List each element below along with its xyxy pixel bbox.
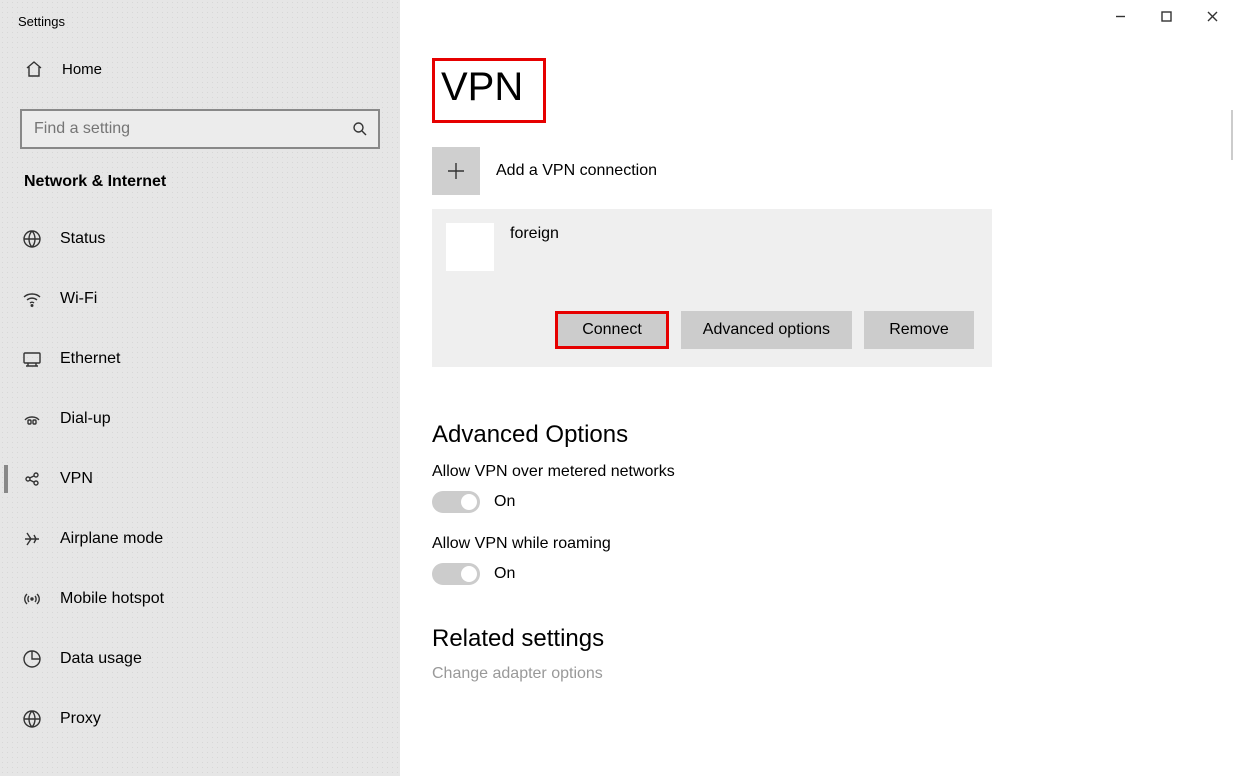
change-adapter-link[interactable]: Change adapter options (432, 665, 1235, 683)
vpn-entry-name: foreign (510, 223, 559, 243)
toggle-state: On (494, 493, 515, 511)
ethernet-icon (22, 349, 42, 369)
sidebar-item-airplane[interactable]: Airplane mode (0, 509, 400, 569)
sidebar-item-label: Wi-Fi (60, 290, 97, 308)
search-input[interactable] (32, 119, 352, 139)
wifi-icon (22, 289, 42, 309)
vpn-entry[interactable]: foreign Connect Advanced options Remove (432, 209, 992, 367)
maximize-button[interactable] (1143, 0, 1189, 32)
sidebar-item-label: Airplane mode (60, 530, 163, 548)
sidebar-item-proxy[interactable]: Proxy (0, 689, 400, 749)
toggle-metered-switch[interactable] (432, 491, 480, 513)
add-vpn-label: Add a VPN connection (496, 162, 657, 180)
add-vpn-connection[interactable]: Add a VPN connection (432, 147, 1235, 195)
remove-button[interactable]: Remove (864, 311, 974, 349)
sidebar-item-label: Status (60, 230, 105, 248)
sidebar-item-label: Mobile hotspot (60, 590, 164, 608)
sidebar-item-ethernet[interactable]: Ethernet (0, 329, 400, 389)
toggle-metered: Allow VPN over metered networks On (432, 463, 1235, 513)
data-icon (22, 649, 42, 669)
toggle-label: Allow VPN over metered networks (432, 463, 1235, 481)
airplane-icon (22, 529, 42, 549)
sidebar: Settings Home Network & Internet Status (0, 0, 400, 776)
sidebar-item-dialup[interactable]: Dial-up (0, 389, 400, 449)
hotspot-icon (22, 589, 42, 609)
vpn-icon (22, 469, 42, 489)
main-content: VPN Add a VPN connection foreign Connect… (400, 0, 1235, 776)
sidebar-item-vpn[interactable]: VPN (0, 449, 400, 509)
advanced-options-heading: Advanced Options (432, 421, 1235, 449)
sidebar-item-status[interactable]: Status (0, 209, 400, 269)
minimize-button[interactable] (1097, 0, 1143, 32)
proxy-icon (22, 709, 42, 729)
vpn-entry-icon (446, 223, 494, 271)
sidebar-item-label: Data usage (60, 650, 142, 668)
toggle-state: On (494, 565, 515, 583)
search-box[interactable] (20, 109, 380, 149)
connect-button[interactable]: Connect (555, 311, 669, 349)
page-title-highlight: VPN (432, 58, 546, 123)
sidebar-item-label: Ethernet (60, 350, 120, 368)
sidebar-home[interactable]: Home (0, 49, 400, 89)
page-title: VPN (441, 65, 523, 110)
sidebar-item-label: Proxy (60, 710, 101, 728)
close-button[interactable] (1189, 0, 1235, 32)
scrollbar[interactable] (1231, 110, 1233, 160)
app-title: Settings (0, 8, 400, 49)
plus-icon (432, 147, 480, 195)
window-controls (1097, 0, 1235, 32)
dialup-icon (22, 409, 42, 429)
globe-icon (22, 229, 42, 249)
sidebar-item-wifi[interactable]: Wi-Fi (0, 269, 400, 329)
home-icon (24, 59, 44, 79)
sidebar-section-title: Network & Internet (0, 173, 400, 209)
sidebar-item-hotspot[interactable]: Mobile hotspot (0, 569, 400, 629)
sidebar-item-label: Dial-up (60, 410, 111, 428)
sidebar-item-label: VPN (60, 470, 93, 488)
advanced-options-button[interactable]: Advanced options (681, 311, 852, 349)
sidebar-item-data[interactable]: Data usage (0, 629, 400, 689)
toggle-roaming: Allow VPN while roaming On (432, 535, 1235, 585)
toggle-roaming-switch[interactable] (432, 563, 480, 585)
related-settings-heading: Related settings (432, 625, 1235, 653)
home-label: Home (62, 61, 102, 78)
search-icon (352, 121, 368, 137)
toggle-label: Allow VPN while roaming (432, 535, 1235, 553)
